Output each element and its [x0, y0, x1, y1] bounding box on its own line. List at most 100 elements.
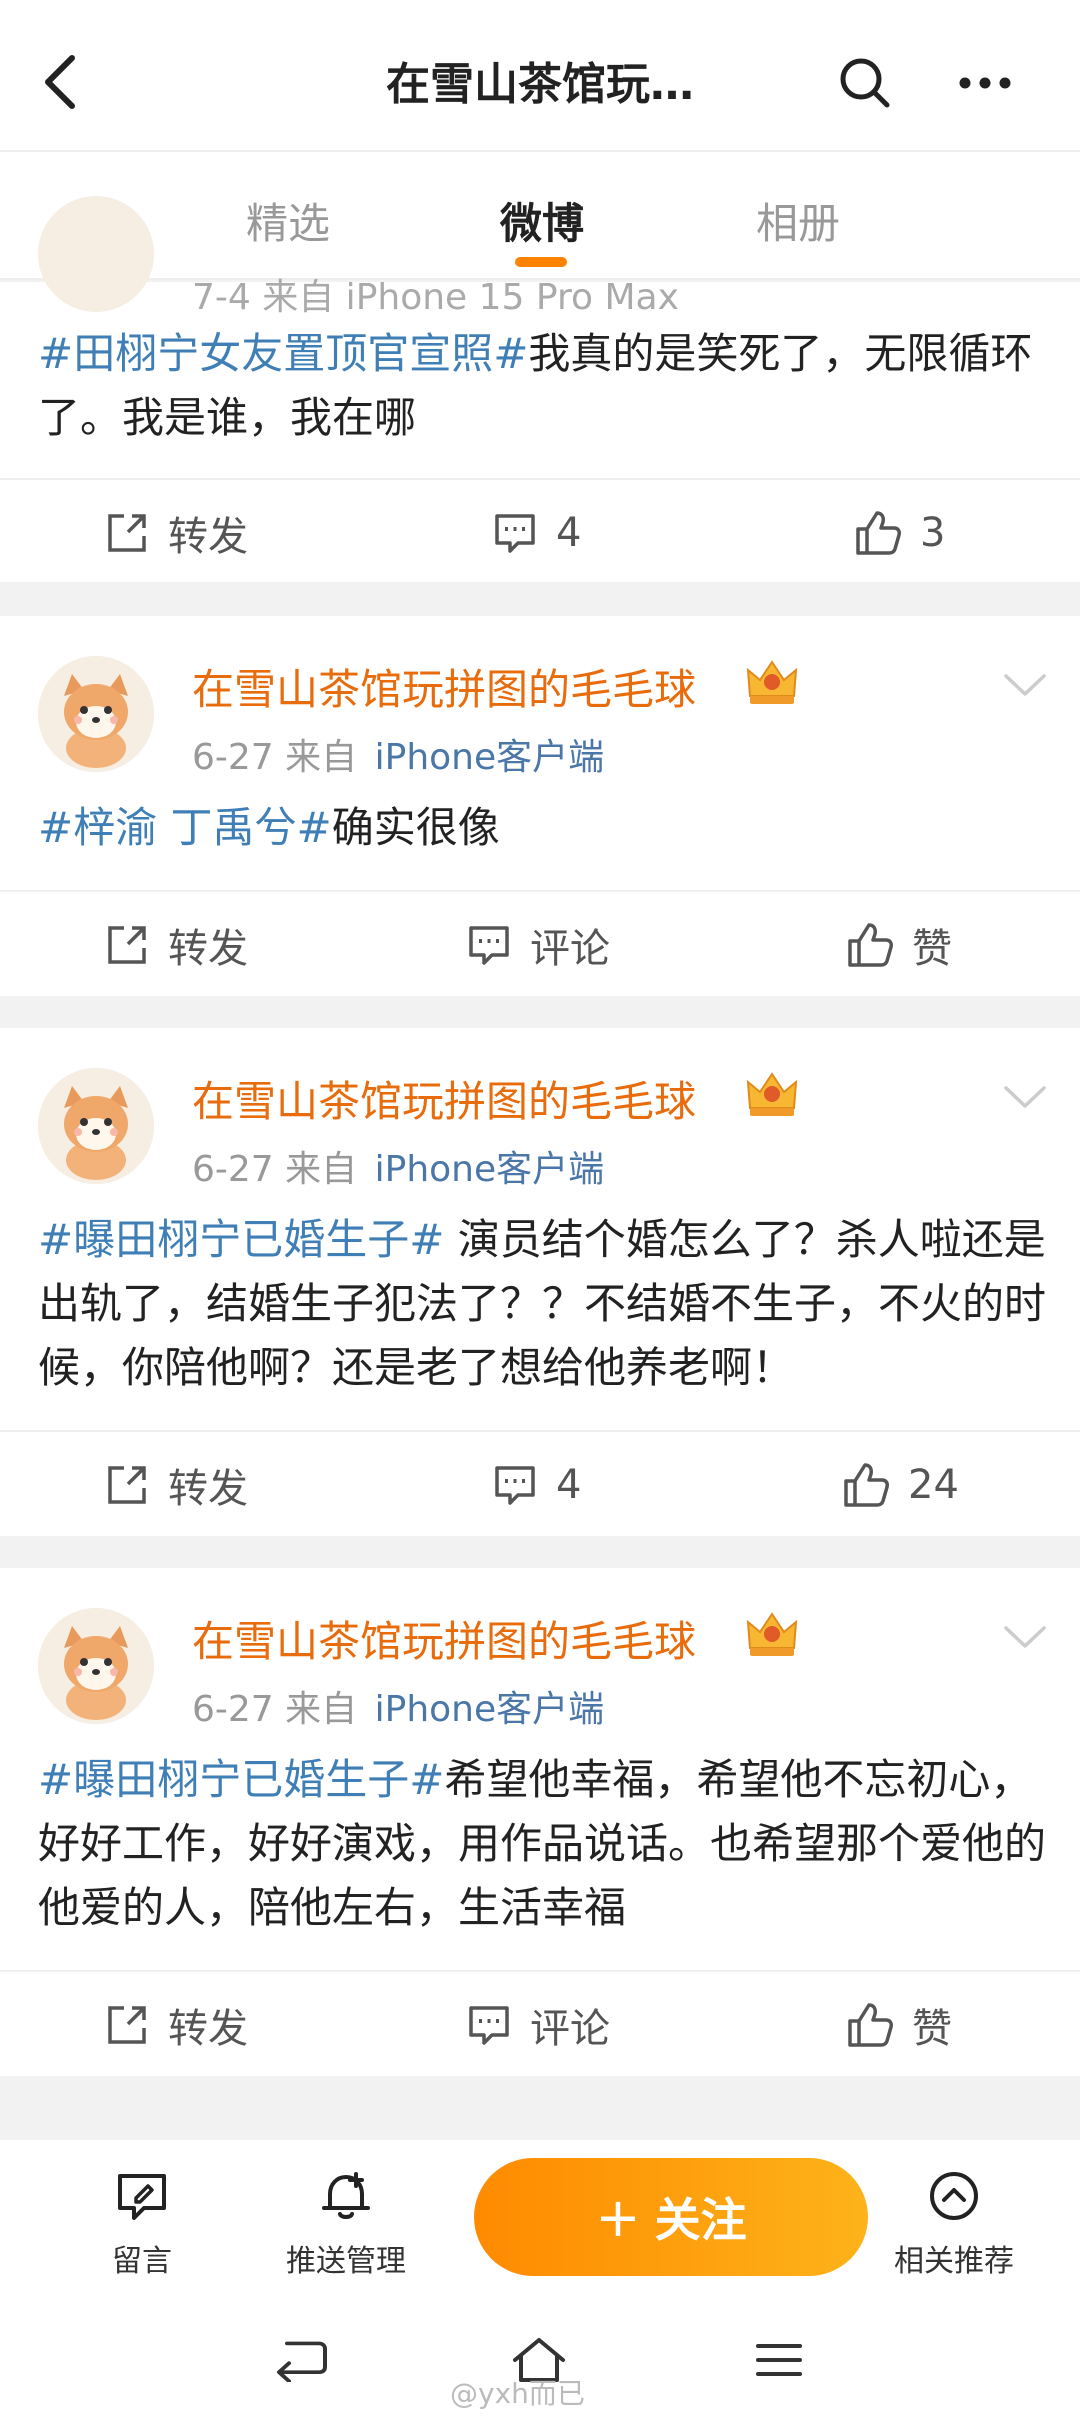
- page-title: 在雪山茶馆玩…: [386, 59, 694, 110]
- post-from-label: 来自: [285, 737, 358, 778]
- post-card: 在雪山茶馆玩拼图的毛毛球 6-27 来自 iPhone客户端 #曝田栩宁已婚生子…: [0, 1568, 1080, 2076]
- system-navigation-bar: @yxh而已: [0, 2300, 1080, 2423]
- thumbs-up-icon: [856, 511, 901, 555]
- repost-label: 转发: [168, 2006, 248, 2052]
- repost-icon: [108, 1466, 146, 1504]
- repost-icon: [108, 2006, 146, 2044]
- chevron-down-icon[interactable]: [1000, 666, 1050, 706]
- like-label: 赞: [912, 2006, 952, 2052]
- post-card: 在雪山茶馆玩拼图的毛毛球 6-27 来自 iPhone客户端 #梓渝 丁禹兮#确…: [0, 616, 1080, 996]
- comment-count: 4: [556, 1462, 582, 1508]
- tab-weibo[interactable]: 微博: [462, 190, 622, 251]
- post-source-link[interactable]: iPhone客户端: [375, 1149, 605, 1190]
- avatar[interactable]: [38, 196, 154, 312]
- repost-button[interactable]: 转发: [104, 1432, 248, 1538]
- post-date: 6-27: [192, 737, 274, 778]
- hashtag-link[interactable]: #曝田栩宁已婚生子#: [38, 1755, 444, 1804]
- thumbs-up-icon: [848, 2003, 893, 2047]
- repost-label: 转发: [168, 926, 248, 972]
- repost-label: 转发: [168, 514, 248, 560]
- post-meta: 6-27 来自 iPhone客户端: [192, 1680, 604, 1732]
- post-date: 6-27: [192, 1149, 274, 1190]
- repost-icon: [108, 926, 146, 964]
- post-card: 在雪山茶馆玩拼图的毛毛球 6-27 来自 iPhone客户端 #曝田栩宁已婚生子…: [0, 1028, 1080, 1536]
- post-card: 7-4 来自 iPhone 15 Pro Max #田栩宁女友置顶官宣照#我真的…: [0, 196, 1080, 584]
- chevron-down-icon[interactable]: [1000, 1618, 1050, 1658]
- like-count: 24: [908, 1462, 959, 1508]
- message-button[interactable]: 留言: [72, 2166, 212, 2280]
- related-recommend-button[interactable]: 相关推荐: [884, 2166, 1024, 2280]
- repost-button[interactable]: 转发: [104, 480, 248, 586]
- post-actions: 转发 评论 赞: [0, 890, 1080, 996]
- comment-button[interactable]: 4: [492, 480, 581, 586]
- username-link[interactable]: 在雪山茶馆玩拼图的毛毛球: [192, 656, 696, 717]
- like-button[interactable]: 赞: [846, 1972, 952, 2078]
- comment-button[interactable]: 4: [492, 1432, 581, 1538]
- chevron-down-icon[interactable]: [1000, 1078, 1050, 1118]
- shiba-avatar-image: [38, 1068, 154, 1184]
- avatar[interactable]: [38, 656, 154, 772]
- post-text[interactable]: #梓渝 丁禹兮#确实很像: [38, 796, 1050, 860]
- post-from-label: 来自: [285, 1689, 358, 1730]
- post-source-link[interactable]: iPhone客户端: [375, 1689, 605, 1730]
- like-button[interactable]: 24: [842, 1432, 959, 1538]
- comment-icon: [495, 1466, 535, 1505]
- system-back-icon[interactable]: [266, 2330, 336, 2390]
- system-menu-icon[interactable]: [744, 2330, 814, 2390]
- like-label: 赞: [912, 926, 952, 972]
- post-actions: 转发 4 24: [0, 1430, 1080, 1536]
- message-label: 留言: [112, 2244, 172, 2279]
- post-meta: 6-27 来自 iPhone客户端: [192, 728, 604, 780]
- thumbs-up-icon: [844, 1463, 889, 1507]
- avatar[interactable]: [38, 1068, 154, 1184]
- repost-label: 转发: [168, 1466, 248, 1512]
- repost-button[interactable]: 转发: [104, 892, 248, 998]
- follow-label: 关注: [654, 2193, 747, 2247]
- crown-badge-icon: [744, 1068, 800, 1120]
- like-button[interactable]: 3: [854, 480, 945, 586]
- post-body: 确实很像: [331, 803, 500, 852]
- hashtag-link[interactable]: #梓渝 丁禹兮#: [38, 803, 332, 852]
- related-recommend-label: 相关推荐: [894, 2244, 1014, 2279]
- repost-button[interactable]: 转发: [104, 1972, 248, 2078]
- post-actions: 转发 4 3: [0, 478, 1080, 584]
- comment-button[interactable]: 评论: [466, 1972, 610, 2078]
- hashtag-link[interactable]: #田栩宁女友置顶官宣照#: [38, 329, 528, 378]
- tab-album[interactable]: 相册: [718, 190, 878, 251]
- search-icon[interactable]: [830, 48, 900, 118]
- like-count: 3: [920, 510, 946, 556]
- plus-icon: +: [595, 2185, 641, 2249]
- post-from-label: 来自: [285, 1149, 358, 1190]
- post-text[interactable]: #曝田栩宁已婚生子#希望他幸福，希望他不忘初心，好好工作，好好演戏，用作品说话。…: [38, 1748, 1050, 1940]
- follow-button[interactable]: + 关注: [474, 2158, 868, 2276]
- active-tab-indicator: [515, 257, 567, 267]
- profile-tabs: 精选 微博 相册: [0, 150, 1080, 280]
- avatar[interactable]: [38, 1608, 154, 1724]
- username-link[interactable]: 在雪山茶馆玩拼图的毛毛球: [192, 1068, 696, 1129]
- comment-button[interactable]: 评论: [466, 892, 610, 998]
- back-arrow-icon[interactable]: [30, 42, 90, 122]
- crown-badge-icon: [744, 1608, 800, 1660]
- username-link[interactable]: 在雪山茶馆玩拼图的毛毛球: [192, 1608, 696, 1669]
- like-button[interactable]: 赞: [846, 892, 952, 998]
- tab-featured[interactable]: 精选: [208, 190, 368, 251]
- post-date: 6-27: [192, 1689, 274, 1730]
- more-icon[interactable]: [950, 48, 1020, 118]
- post-text[interactable]: #曝田栩宁已婚生子# 演员结个婚怎么了？杀人啦还是出轨了，结婚生子犯法了？？不结…: [38, 1208, 1050, 1400]
- post-actions: 转发 评论 赞: [0, 1970, 1080, 2076]
- watermark: @yxh而已: [450, 2377, 585, 2410]
- post-text[interactable]: #田栩宁女友置顶官宣照#我真的是笑死了，无限循环了。我是谁，我在哪: [38, 322, 1050, 450]
- repost-icon: [108, 514, 146, 552]
- hashtag-link[interactable]: #曝田栩宁已婚生子#: [38, 1215, 444, 1264]
- comment-icon: [469, 2006, 509, 2045]
- top-navbar: 在雪山茶馆玩…: [0, 0, 1080, 150]
- comment-count: 4: [556, 510, 582, 556]
- comment-icon: [469, 926, 509, 965]
- push-settings-button[interactable]: 推送管理: [276, 2166, 416, 2280]
- crown-badge-icon: [744, 656, 800, 708]
- bell-plus-icon: [276, 2166, 416, 2226]
- shiba-avatar-image: [38, 656, 154, 772]
- chevron-up-circle-icon: [884, 2166, 1024, 2226]
- post-meta: 6-27 来自 iPhone客户端: [192, 1140, 604, 1192]
- post-source-link[interactable]: iPhone客户端: [375, 737, 605, 778]
